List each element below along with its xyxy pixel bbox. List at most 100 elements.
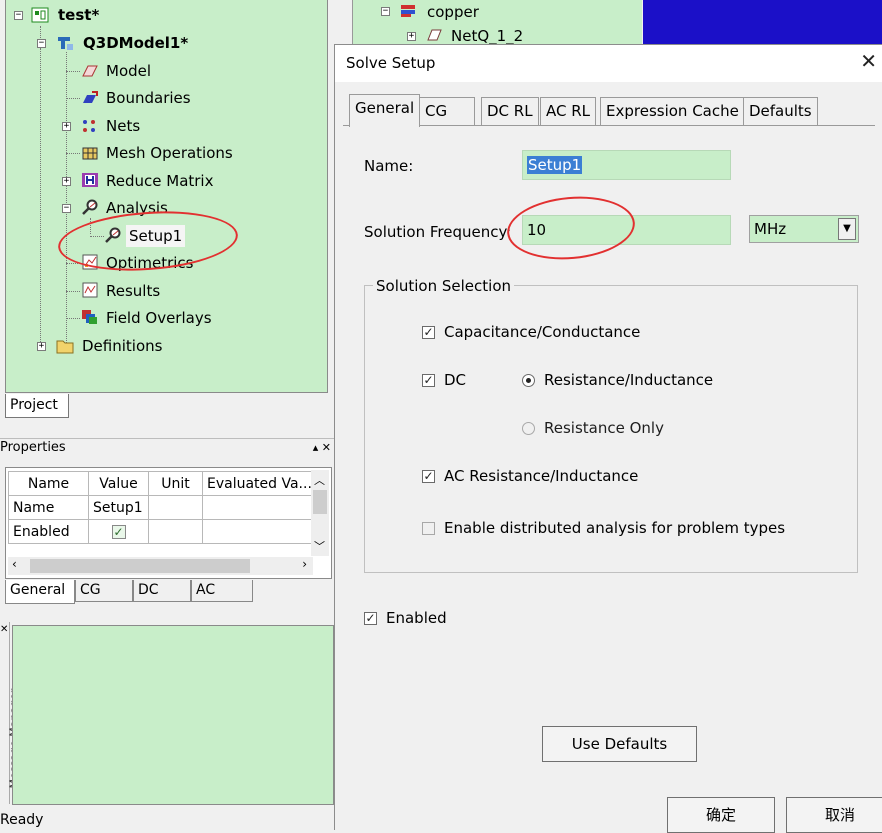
checkbox-checked-icon[interactable]: ✓ xyxy=(111,524,126,539)
tab-defaults[interactable]: Defaults xyxy=(743,97,818,125)
copper-material-icon xyxy=(401,5,415,17)
column-header[interactable]: Name xyxy=(8,471,89,496)
capacitance-label: Capacitance/Conductance xyxy=(444,323,641,341)
project-manager: − test* − Q3DModel1* Model Boundaries + … xyxy=(0,0,335,418)
project-tree: − test* − Q3DModel1* Model Boundaries + … xyxy=(5,0,328,393)
tree-item-definitions[interactable]: + Definitions xyxy=(6,335,326,357)
pin-close-icon[interactable]: ▴ ✕ xyxy=(313,439,331,457)
resistance-inductance-label: Resistance/Inductance xyxy=(544,371,714,389)
expand-icon[interactable]: + xyxy=(62,122,71,131)
solution-selection-label: Solution Selection xyxy=(373,277,514,295)
tree-design-row[interactable]: − Q3DModel1* xyxy=(6,32,326,54)
prop-value[interactable]: Setup1 xyxy=(88,495,149,520)
column-header[interactable]: Unit xyxy=(148,471,203,496)
enabled-checkbox[interactable]: ✓ xyxy=(364,612,377,625)
q3d-design-icon xyxy=(58,37,73,50)
modeler-viewport xyxy=(643,0,882,45)
frequency-unit-select[interactable]: MHz ▼ xyxy=(749,215,859,243)
scroll-left-icon[interactable]: ‹ xyxy=(12,557,17,571)
dc-label: DC xyxy=(444,371,467,389)
tab-cg[interactable]: CG xyxy=(75,580,133,602)
tree-item-field-overlays[interactable]: Field Overlays xyxy=(6,307,326,329)
design-name[interactable]: Q3DModel1* xyxy=(83,32,188,54)
prop-value-enabled[interactable]: ✓ xyxy=(88,519,149,544)
ok-button[interactable]: 确定 xyxy=(667,797,775,833)
close-icon[interactable]: ✕ xyxy=(0,624,8,635)
collapse-icon[interactable]: − xyxy=(62,204,71,213)
scroll-thumb[interactable] xyxy=(313,490,327,514)
properties-header: Properties ▴ ✕ xyxy=(0,438,335,456)
net-icon xyxy=(427,29,442,41)
solve-setup-dialog: Solve Setup ✕ General CG DC RL AC RL Exp… xyxy=(334,44,882,833)
table-row[interactable]: Enabled ✓ xyxy=(8,519,317,544)
tree-item-results[interactable]: Results xyxy=(6,280,326,302)
message-manager-pane xyxy=(12,625,334,805)
tree-item-netq[interactable]: NetQ_1_2 xyxy=(451,27,523,45)
tab-dc-rl[interactable]: DC RL xyxy=(481,97,539,125)
scroll-right-icon[interactable]: › xyxy=(302,557,307,571)
tab-dc[interactable]: DC xyxy=(133,580,191,602)
capacitance-checkbox[interactable]: ✓ xyxy=(422,326,435,339)
tree-item-mesh-operations[interactable]: Mesh Operations xyxy=(6,142,326,164)
close-icon[interactable]: ✕ xyxy=(860,51,877,71)
results-icon xyxy=(82,282,98,298)
chevron-down-icon[interactable]: ▼ xyxy=(838,218,856,240)
horizontal-scrollbar[interactable]: ‹ › xyxy=(8,557,313,575)
reduce-matrix-icon xyxy=(82,173,98,187)
tab-expression-cache[interactable]: Expression Cache xyxy=(600,97,745,125)
ac-checkbox[interactable]: ✓ xyxy=(422,470,435,483)
properties-grid: Name Value Unit Evaluated Va... Name Set… xyxy=(5,467,332,579)
cancel-button[interactable]: 取消 xyxy=(786,797,882,833)
column-header[interactable]: Evaluated Va... xyxy=(202,471,317,496)
expand-icon[interactable]: + xyxy=(407,32,416,41)
column-header[interactable]: Value xyxy=(88,471,149,496)
use-defaults-button[interactable]: Use Defaults xyxy=(542,726,697,762)
distributed-label: Enable distributed analysis for problem … xyxy=(444,519,786,537)
properties-title: Properties xyxy=(0,440,66,455)
tree-item-boundaries[interactable]: Boundaries xyxy=(6,87,326,109)
expand-icon[interactable]: + xyxy=(37,342,46,351)
status-bar-text: Ready xyxy=(0,812,44,828)
expand-icon[interactable]: + xyxy=(62,177,71,186)
frequency-label: Solution Frequency: xyxy=(364,223,512,241)
field-overlays-icon xyxy=(82,310,97,324)
nets-icon xyxy=(83,120,95,132)
tree-item-copper[interactable]: copper xyxy=(427,3,479,21)
prop-name: Enabled xyxy=(8,519,89,544)
scroll-down-icon[interactable]: ﹀ xyxy=(314,538,325,554)
dc-checkbox[interactable]: ✓ xyxy=(422,374,435,387)
enabled-label: Enabled xyxy=(386,609,447,627)
folder-icon xyxy=(56,340,74,354)
tab-general[interactable]: General xyxy=(5,580,75,604)
model-icon xyxy=(82,65,98,77)
tree-item-nets[interactable]: + Nets xyxy=(6,115,326,137)
tab-ac-rl[interactable]: AC RL xyxy=(540,97,597,125)
name-field[interactable]: Setup1 xyxy=(522,150,731,180)
scroll-up-icon[interactable]: ︿ xyxy=(314,472,325,488)
dialog-title: Solve Setup xyxy=(346,54,436,72)
radio-resistance-only[interactable] xyxy=(522,422,535,435)
radio-resistance-inductance[interactable] xyxy=(522,374,535,387)
resistance-only-label: Resistance Only xyxy=(544,419,664,437)
collapse-icon[interactable]: − xyxy=(381,7,390,16)
tab-general[interactable]: General xyxy=(349,94,421,127)
project-name[interactable]: test* xyxy=(58,4,99,26)
message-manager-sidebar: ✕ Message Manager xyxy=(0,622,20,804)
ac-label: AC Resistance/Inductance xyxy=(444,467,639,485)
distributed-checkbox[interactable] xyxy=(422,522,435,535)
mesh-icon xyxy=(82,147,98,160)
project-icon xyxy=(31,7,49,23)
collapse-icon[interactable]: − xyxy=(14,11,23,20)
background-tree: − copper + NetQ_1_2 xyxy=(352,0,642,45)
collapse-icon[interactable]: − xyxy=(37,39,46,48)
properties-table: Name Value Unit Evaluated Va... Name Set… xyxy=(8,471,317,544)
scroll-thumb[interactable] xyxy=(30,559,250,573)
tab-project[interactable]: Project xyxy=(5,394,69,418)
tab-cg[interactable]: CG xyxy=(419,97,475,125)
tab-ac[interactable]: AC xyxy=(191,580,253,602)
vertical-scrollbar[interactable]: ︿ ﹀ xyxy=(311,470,329,556)
table-row[interactable]: Name Setup1 xyxy=(8,495,317,520)
tree-item-reduce-matrix[interactable]: + Reduce Matrix xyxy=(6,170,326,192)
tree-item-model[interactable]: Model xyxy=(6,60,326,82)
tree-root-row[interactable]: − test* xyxy=(6,4,326,26)
